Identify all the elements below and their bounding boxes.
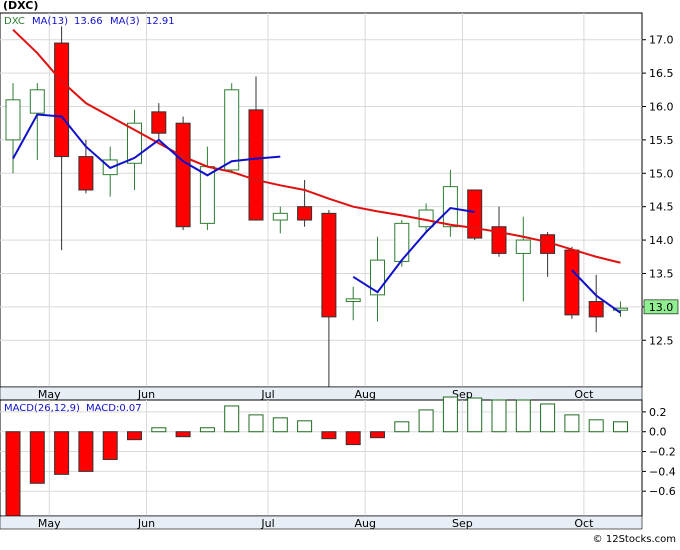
candle-body (588, 301, 604, 318)
legend-ma3-value: 12.91 (146, 16, 175, 27)
macd-tick-label: −0.4 (649, 465, 676, 478)
macd-month-label: May (38, 517, 61, 530)
candle-body (151, 111, 167, 134)
last-price-label: 13.0 (649, 301, 674, 314)
down-candle (564, 246, 580, 319)
legend-ma3-label: MA(3) (110, 16, 140, 27)
macd-tick-label: 0.2 (649, 406, 667, 419)
down-candle (467, 189, 483, 241)
macd-tick-label: 0.0 (649, 426, 667, 439)
down-candle (175, 116, 191, 231)
price-tick-label: 17.0 (649, 34, 674, 47)
macd-bar-negative (345, 431, 361, 446)
macd-bar-positive (224, 405, 240, 433)
macd-bar-positive (564, 414, 580, 433)
macd-bar-negative (102, 431, 118, 460)
macd-bar-positive (588, 419, 604, 433)
stock-chart: 12.5 13.0 13.5 14.0 14.5 15.0 15.5 16.0 16.5 17.0… (0, 0, 680, 546)
macd-bar-positive (491, 399, 507, 433)
macd-panel: −0.6 −0.4 −0.2 0.0 0.2 MACD(26,12,9) MACD:0.… (0, 396, 676, 530)
candle-body (29, 89, 45, 114)
price-tick-label: 14.5 (649, 201, 674, 214)
candle-body (54, 42, 70, 158)
macd-bar-negative (175, 431, 191, 438)
legend-ma13-value: 13.66 (74, 16, 103, 27)
macd-month-label: Oct (574, 517, 594, 530)
macd-bar-positive (297, 420, 313, 433)
macd-x-axis-band (0, 515, 643, 530)
price-tick-label: 15.0 (649, 167, 674, 180)
macd-bar-positive (467, 397, 483, 433)
price-month-label: Jul (260, 388, 274, 401)
candle-body (564, 249, 580, 316)
price-month-label: Aug (354, 388, 375, 401)
macd-bar-negative (54, 431, 70, 475)
chart-title: (DXC) (3, 0, 38, 12)
legend-ma13-label: MA(13) (32, 16, 68, 27)
chart-svg: 12.5 13.0 13.5 14.0 14.5 15.0 15.5 16.0 16.5 17.0… (0, 0, 680, 546)
macd-tick-label: −0.6 (649, 485, 676, 498)
candle-body (224, 89, 240, 171)
macd-month-label: Jul (260, 517, 274, 530)
macd-bar-positive (151, 427, 167, 433)
candle-body (467, 189, 483, 239)
macd-bar-positive (394, 421, 410, 433)
macd-bar-negative (78, 431, 94, 472)
copyright: © 12Stocks.com (593, 534, 676, 545)
macd-tick-label: −0.2 (649, 446, 676, 459)
candle-body (345, 298, 361, 303)
macd-bar-positive (515, 399, 531, 433)
macd-month-label: Aug (354, 517, 375, 530)
macd-bar-positive (199, 427, 215, 433)
price-month-label: Oct (574, 388, 594, 401)
macd-bar-negative (5, 431, 21, 517)
price-panel: 12.5 13.0 13.5 14.0 14.5 15.0 15.5 16.0 16.5 17.0… (0, 12, 679, 401)
price-plot-area (0, 12, 643, 388)
macd-month-label: Sep (452, 517, 473, 530)
macd-bar-positive (272, 417, 288, 433)
macd-bar-negative (370, 431, 385, 439)
price-tick-label: 15.5 (649, 134, 674, 147)
candle-body (78, 156, 94, 191)
macd-bar-negative (29, 431, 45, 484)
price-tick-label: 14.0 (649, 234, 674, 247)
candle-body (442, 186, 458, 228)
macd-bar-positive (248, 414, 264, 433)
macd-bar-positive (442, 396, 458, 433)
macd-month-label: Jun (137, 517, 155, 530)
candle-body (321, 212, 337, 318)
price-tick-label: 12.5 (649, 334, 674, 347)
macd-bar-positive (613, 421, 628, 433)
price-x-axis-band (0, 386, 643, 401)
price-month-label: May (38, 388, 61, 401)
price-tick-label: 13.5 (649, 267, 674, 280)
macd-bar-negative (321, 431, 337, 440)
legend-symbol: DXC (4, 16, 25, 27)
candle-body (272, 212, 288, 221)
candle-body (5, 99, 21, 141)
candle-body (175, 122, 191, 228)
price-tick-label: 16.5 (649, 67, 674, 80)
macd-bar-negative (127, 431, 142, 441)
macd-value: MACD:0.07 (86, 403, 142, 414)
price-tick-label: 16.0 (649, 101, 674, 114)
candle-body (248, 109, 264, 221)
macd-bar-positive (418, 409, 434, 433)
price-month-label: Jun (137, 388, 155, 401)
candle-body (515, 239, 531, 254)
last-price-marker: 13.0 (643, 299, 679, 315)
macd-title: MACD(26,12,9) (4, 403, 80, 414)
macd-bar-positive (540, 403, 556, 433)
candle-body (297, 206, 313, 221)
